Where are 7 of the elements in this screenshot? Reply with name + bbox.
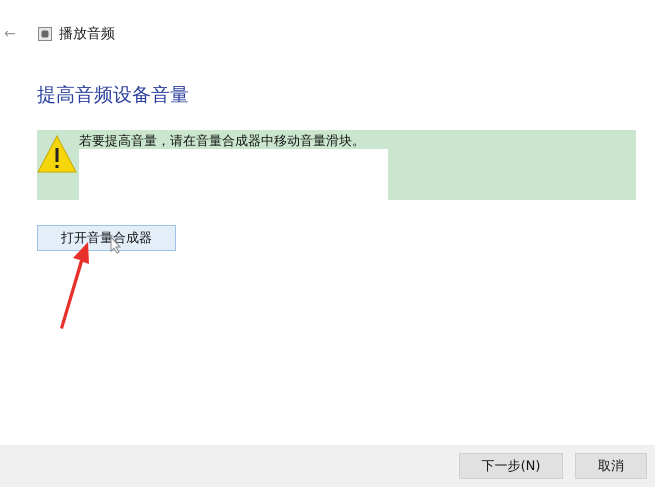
- next-button[interactable]: 下一步(N): [459, 453, 563, 479]
- window-title: 播放音频: [59, 25, 115, 43]
- page-heading: 提高音频设备音量: [37, 83, 190, 108]
- cancel-button[interactable]: 取消: [575, 453, 647, 479]
- open-mixer-button[interactable]: 打开音量合成器: [37, 225, 176, 251]
- warning-icon: [37, 134, 77, 174]
- notice-text: 若要提高音量，请在音量合成器中移动音量滑块。: [79, 133, 366, 148]
